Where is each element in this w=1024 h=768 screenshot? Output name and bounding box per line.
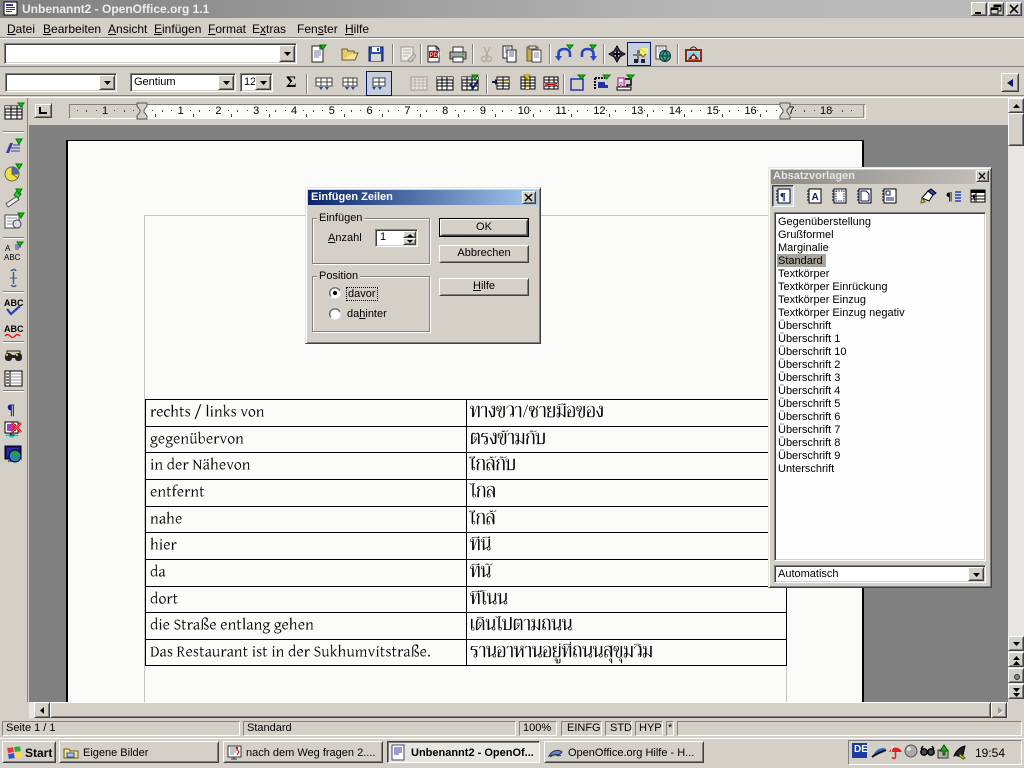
svg-text:¶: ¶	[972, 193, 977, 203]
svg-text:ABC: ABC	[4, 298, 24, 308]
svg-text:¶: ¶	[946, 189, 952, 203]
svg-text:A: A	[5, 244, 11, 253]
svg-text:¶: ¶	[7, 402, 15, 418]
svg-text:A: A	[812, 192, 819, 203]
svg-text:ABC: ABC	[4, 253, 21, 262]
svg-text:ABC: ABC	[4, 324, 24, 334]
svg-text:¶: ¶	[780, 191, 786, 203]
svg-text:PDF: PDF	[430, 53, 442, 59]
